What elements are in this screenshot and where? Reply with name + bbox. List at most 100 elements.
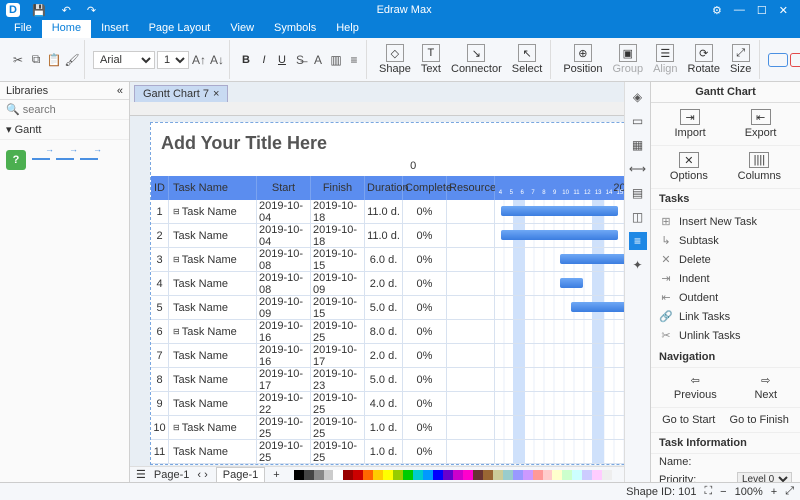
- color-swatch[interactable]: [483, 470, 493, 480]
- color-swatch[interactable]: [543, 470, 553, 480]
- page-tab-b[interactable]: Page-1: [216, 467, 265, 483]
- paste-icon[interactable]: 📋: [46, 52, 62, 68]
- rotate-button[interactable]: ⟳Rotate: [684, 42, 724, 77]
- task-op-insert-new-task[interactable]: ⊞Insert New Task: [651, 212, 800, 231]
- format-painter-icon[interactable]: 🖌: [64, 52, 80, 68]
- page-setup-icon[interactable]: ▭: [629, 112, 647, 130]
- task-op-delete[interactable]: ✕Delete: [651, 250, 800, 269]
- task-op-indent[interactable]: ⇥Indent: [651, 269, 800, 288]
- connector-button[interactable]: ↘Connector: [447, 42, 506, 77]
- font-color-icon[interactable]: A: [310, 52, 326, 68]
- page-list-icon[interactable]: ☰: [136, 468, 146, 481]
- undo-icon[interactable]: ↶: [56, 4, 77, 17]
- position-button[interactable]: ⊕Position: [559, 42, 606, 77]
- copy-icon[interactable]: ⧉: [28, 52, 44, 68]
- color-swatch[interactable]: [333, 470, 343, 480]
- color-swatch[interactable]: [443, 470, 453, 480]
- color-swatch[interactable]: [324, 470, 334, 480]
- gantt-panel-icon[interactable]: ≡: [629, 232, 647, 250]
- expand-icon[interactable]: ⊟: [173, 327, 180, 336]
- table-row[interactable]: 10⊟Task Name2019-10-252019-10-251.0 d.0%: [151, 416, 624, 440]
- previous-button[interactable]: ⇦Previous: [674, 374, 717, 401]
- table-icon[interactable]: ▤: [629, 184, 647, 202]
- fit-icon[interactable]: ⛶: [704, 485, 712, 498]
- table-row[interactable]: 5Task Name2019-10-092019-10-155.0 d.0%: [151, 296, 624, 320]
- select-button[interactable]: ↖Select: [508, 42, 547, 77]
- task-op-link-tasks[interactable]: 🔗Link Tasks: [651, 307, 800, 326]
- gantt-shape-3[interactable]: [80, 146, 98, 160]
- task-op-unlink-tasks[interactable]: ✂Unlink Tasks: [651, 326, 800, 345]
- color-swatch[interactable]: [592, 470, 602, 480]
- color-swatch[interactable]: [363, 470, 373, 480]
- go-to-start-button[interactable]: Go to Start: [662, 414, 715, 426]
- text-button[interactable]: TText: [417, 42, 445, 77]
- menu-view[interactable]: View: [220, 20, 264, 38]
- color-swatch[interactable]: [423, 470, 433, 480]
- color-swatch[interactable]: [463, 470, 473, 480]
- color-swatch[interactable]: [473, 470, 483, 480]
- color-swatch[interactable]: [572, 470, 582, 480]
- options-button[interactable]: ✕Options: [670, 152, 708, 182]
- align-icon[interactable]: ≡: [346, 52, 362, 68]
- color-swatch[interactable]: [453, 470, 463, 480]
- color-swatch[interactable]: [413, 470, 423, 480]
- cut-icon[interactable]: ✂: [10, 52, 26, 68]
- document-tab[interactable]: Gantt Chart 7×: [134, 85, 228, 102]
- color-swatch[interactable]: [533, 470, 543, 480]
- color-swatch[interactable]: [304, 470, 314, 480]
- color-swatch[interactable]: [433, 470, 443, 480]
- close-icon[interactable]: ✕: [773, 4, 794, 17]
- task-op-outdent[interactable]: ⇤Outdent: [651, 288, 800, 307]
- more-panel-icon[interactable]: ✦: [629, 256, 647, 274]
- gantt-shape-1[interactable]: [32, 146, 50, 160]
- style-swatch-2[interactable]: [790, 53, 800, 67]
- menu-page-layout[interactable]: Page Layout: [139, 20, 221, 38]
- style-swatch-1[interactable]: [768, 53, 788, 67]
- underline-icon[interactable]: U: [274, 52, 290, 68]
- table-row[interactable]: 11Task Name2019-10-252019-10-251.0 d.0%: [151, 440, 624, 464]
- color-swatch[interactable]: [513, 470, 523, 480]
- color-swatch[interactable]: [523, 470, 533, 480]
- color-swatch[interactable]: [552, 470, 562, 480]
- table-row[interactable]: 6⊟Task Name2019-10-162019-10-258.0 d.0%: [151, 320, 624, 344]
- dimension-icon[interactable]: ⟷: [629, 160, 647, 178]
- minimize-icon[interactable]: —: [728, 4, 751, 16]
- color-swatch[interactable]: [314, 470, 324, 480]
- save-icon[interactable]: 💾: [26, 4, 52, 17]
- expand-icon[interactable]: ⊟: [173, 207, 180, 216]
- add-page-icon[interactable]: +: [273, 469, 279, 481]
- size-button[interactable]: ⤢Size: [726, 42, 755, 77]
- highlight-icon[interactable]: ▥: [328, 52, 344, 68]
- gantt-bar[interactable]: [560, 254, 624, 264]
- settings-icon[interactable]: ⚙: [706, 4, 728, 17]
- import-button[interactable]: ⇥Import: [675, 109, 706, 139]
- color-swatch[interactable]: [602, 470, 612, 480]
- table-row[interactable]: 9Task Name2019-10-222019-10-254.0 d.0%: [151, 392, 624, 416]
- color-swatch[interactable]: [353, 470, 363, 480]
- page-tab-a[interactable]: Page-1: [154, 469, 189, 481]
- color-swatch[interactable]: [582, 470, 592, 480]
- color-swatch[interactable]: [493, 470, 503, 480]
- color-swatch[interactable]: [503, 470, 513, 480]
- table-row[interactable]: 7Task Name2019-10-162019-10-172.0 d.0%: [151, 344, 624, 368]
- menu-insert[interactable]: Insert: [91, 20, 139, 38]
- tab-close-icon[interactable]: ×: [213, 88, 219, 100]
- gantt-bar[interactable]: [501, 230, 619, 240]
- chart-icon[interactable]: ◫: [629, 208, 647, 226]
- font-size-select[interactable]: 12: [157, 51, 189, 69]
- expand-icon[interactable]: ⊟: [173, 255, 180, 264]
- next-button[interactable]: ⇨Next: [754, 374, 777, 401]
- maximize-icon[interactable]: ☐: [751, 4, 773, 17]
- strike-icon[interactable]: S̶: [292, 52, 308, 68]
- color-swatch[interactable]: [383, 470, 393, 480]
- page-title[interactable]: Add Your Title Here: [151, 133, 624, 158]
- table-row[interactable]: 8Task Name2019-10-172019-10-235.0 d.0%: [151, 368, 624, 392]
- color-swatch[interactable]: [393, 470, 403, 480]
- canvas[interactable]: Add Your Title Here 0 Replace your text …: [130, 116, 624, 466]
- menu-file[interactable]: File: [4, 20, 42, 38]
- redo-icon[interactable]: ↷: [81, 4, 102, 17]
- table-row[interactable]: 1⊟Task Name2019-10-042019-10-1811.0 d.0%: [151, 200, 624, 224]
- go-to-finish-button[interactable]: Go to Finish: [730, 414, 789, 426]
- decrease-font-icon[interactable]: A↓: [209, 52, 225, 68]
- shape-button[interactable]: ◇Shape: [375, 42, 415, 77]
